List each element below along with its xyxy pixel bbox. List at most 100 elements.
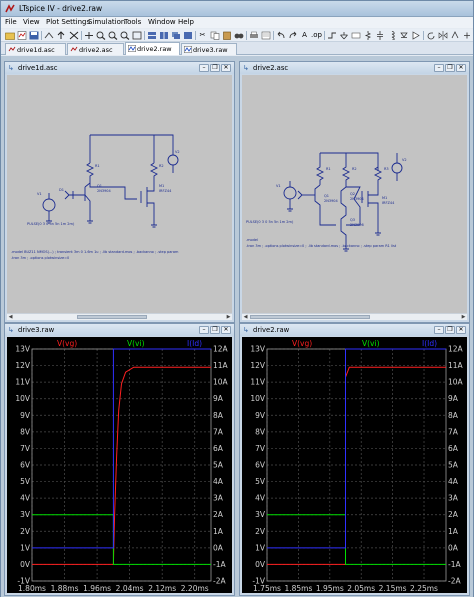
- scroll-thumb[interactable]: [250, 315, 370, 319]
- tile-horizontal-icon[interactable]: [146, 30, 157, 41]
- paste-icon[interactable]: [221, 30, 232, 41]
- legend-label[interactable]: V(vi): [127, 339, 145, 348]
- tile-vertical-icon[interactable]: [158, 30, 169, 41]
- close-button[interactable]: ✕: [221, 64, 231, 72]
- plot-area[interactable]: 13V 12A 12V 11A 11V 10A 10V 9A 9V 8A 8V 7A 7V 6A 6V 5A 5…: [7, 337, 232, 593]
- new-schematic-icon[interactable]: [16, 30, 27, 41]
- scroll-right-icon[interactable]: ▶: [225, 314, 232, 320]
- scroll-right-icon[interactable]: ▶: [460, 314, 467, 320]
- close-button[interactable]: ✕: [221, 326, 231, 334]
- restore-button[interactable]: ❐: [210, 64, 220, 72]
- horizontal-scrollbar[interactable]: ◀ ▶: [242, 313, 467, 320]
- drag-icon[interactable]: [461, 30, 472, 41]
- schematic-window-drive1d[interactable]: ↳ drive1d.asc – ❐ ✕ Q1 2N3904 M1 IRFZ44 …: [4, 61, 235, 323]
- text-icon[interactable]: A: [299, 30, 310, 41]
- schematic-canvas[interactable]: Q1 2N3904 M1 IRFZ44 V2 D1 V1 R1 R2 PULSE…: [7, 75, 232, 313]
- schematic-window-icon: ↳: [243, 64, 249, 72]
- schematic-window-drive2[interactable]: ↳ drive2.asc – ❐ ✕ Q1 2N3904 Q2 2N3904 Q…: [239, 61, 470, 323]
- close-button[interactable]: ✕: [456, 64, 466, 72]
- move-icon[interactable]: [449, 30, 460, 41]
- legend-label[interactable]: V(vi): [362, 339, 380, 348]
- minimize-button[interactable]: –: [434, 326, 444, 334]
- label-net-icon[interactable]: [350, 30, 361, 41]
- mirror-icon[interactable]: [437, 30, 448, 41]
- zoom-out-icon[interactable]: [119, 30, 130, 41]
- capacitor-icon[interactable]: [374, 30, 385, 41]
- close-all-icon[interactable]: [182, 30, 193, 41]
- halt-icon[interactable]: [68, 30, 79, 41]
- control-panel-icon[interactable]: [43, 30, 54, 41]
- horizontal-scrollbar[interactable]: ◀ ▶: [7, 313, 232, 320]
- pan-icon[interactable]: [83, 30, 94, 41]
- y-tick-label-left: 10V: [15, 394, 31, 403]
- menu-plot-settings[interactable]: Plot Settings: [46, 18, 90, 26]
- plot-window-drive3[interactable]: ↳ drive3.raw – ❐ ✕ 13V 12A 12V 11A 11V 10A 10V…: [4, 323, 235, 596]
- legend-label[interactable]: I(Id): [187, 339, 202, 348]
- minimize-button[interactable]: –: [434, 64, 444, 72]
- tab-drive2-asc[interactable]: drive2.asc: [67, 43, 124, 55]
- save-icon[interactable]: [28, 30, 39, 41]
- y-tick-label-right: 8A: [213, 411, 224, 420]
- zoom-in-icon[interactable]: [95, 30, 106, 41]
- menu-tools[interactable]: Tools: [124, 18, 141, 26]
- open-folder-icon[interactable]: [4, 30, 15, 41]
- plot-window-drive2[interactable]: ↳ drive2.raw – ❐ ✕ 13V 12A 12V 11A 11V 10A 10V…: [239, 323, 470, 596]
- spice-directive-icon[interactable]: .op: [311, 30, 322, 41]
- scroll-left-icon[interactable]: ◀: [242, 314, 249, 320]
- diode-icon[interactable]: [398, 30, 409, 41]
- copy-icon[interactable]: [209, 30, 220, 41]
- ground-icon[interactable]: [338, 30, 349, 41]
- print-icon[interactable]: [248, 30, 259, 41]
- cascade-icon[interactable]: [170, 30, 181, 41]
- print-preview-icon[interactable]: [260, 30, 271, 41]
- cut-icon[interactable]: ✂: [197, 30, 208, 41]
- window-title: drive1d.asc: [18, 64, 58, 72]
- restore-button[interactable]: ❐: [210, 326, 220, 334]
- tab-drive1d-asc[interactable]: drive1d.asc: [5, 43, 66, 55]
- find-icon[interactable]: [233, 30, 244, 41]
- legend-label[interactable]: V(vg): [292, 339, 312, 348]
- menu-help[interactable]: Help: [178, 18, 194, 26]
- close-button[interactable]: ✕: [456, 326, 466, 334]
- scroll-left-icon[interactable]: ◀: [7, 314, 14, 320]
- rotate-icon[interactable]: [425, 30, 436, 41]
- y-tick-label-left: 7V: [20, 444, 31, 453]
- menu-file[interactable]: File: [5, 18, 17, 26]
- waveform-plot[interactable]: 13V 12A 12V 11A 11V 10A 10V 9A 9V 8A 8V 7A 7V 6A 6V 5A 5…: [7, 337, 234, 595]
- y-tick-label-right: 11A: [448, 361, 464, 370]
- y-tick-label-left: 12V: [250, 361, 266, 370]
- restore-button[interactable]: ❐: [445, 64, 455, 72]
- wire-icon[interactable]: [326, 30, 337, 41]
- svg-text:.model BUZ11 NMOS(...) ; trans: .model BUZ11 NMOS(...) ; transient 3m 0 …: [11, 250, 179, 254]
- waveform-plot[interactable]: 13V 12A 12V 11A 11V 10A 10V 9A 9V 8A 8V 7A 7V 6A 6V 5A 5…: [242, 337, 469, 595]
- y-tick-label-right: 2A: [213, 510, 224, 519]
- scroll-thumb[interactable]: [77, 315, 147, 319]
- restore-button[interactable]: ❐: [445, 326, 455, 334]
- undo-icon[interactable]: [275, 30, 286, 41]
- menu-simulation[interactable]: Simulation: [88, 18, 125, 26]
- plot-area[interactable]: 13V 12A 12V 11A 11V 10A 10V 9A 9V 8A 8V 7A 7V 6A 6V 5A 5…: [242, 337, 467, 593]
- zoom-fit-icon[interactable]: [131, 30, 142, 41]
- component-icon[interactable]: [410, 30, 421, 41]
- tab-drive2-raw[interactable]: drive2.raw: [125, 42, 180, 55]
- run-icon[interactable]: [55, 30, 66, 41]
- menu-view[interactable]: View: [23, 18, 40, 26]
- window-titlebar: ↳ drive2.raw – ❐ ✕: [240, 324, 469, 336]
- minimize-button[interactable]: –: [199, 64, 209, 72]
- series-line[interactable]: [32, 366, 211, 565]
- inductor-icon[interactable]: [386, 30, 397, 41]
- zoom-full-icon[interactable]: [107, 30, 118, 41]
- tab-drive3-raw[interactable]: drive3.raw: [181, 43, 237, 55]
- svg-text:R3: R3: [384, 167, 389, 171]
- legend-label[interactable]: V(vg): [57, 339, 77, 348]
- y-tick-label-left: 9V: [255, 411, 266, 420]
- legend-label[interactable]: I(Id): [422, 339, 437, 348]
- series-line[interactable]: [32, 514, 211, 565]
- schematic-canvas[interactable]: Q1 2N3904 Q2 2N3904 Q3 2N3906 M1 IRFZ44 …: [242, 75, 467, 313]
- series-line[interactable]: [267, 366, 446, 565]
- series-line[interactable]: [267, 514, 446, 565]
- minimize-button[interactable]: –: [199, 326, 209, 334]
- resistor-icon[interactable]: [362, 30, 373, 41]
- menu-window[interactable]: Window: [148, 18, 176, 26]
- redo-icon[interactable]: [287, 30, 298, 41]
